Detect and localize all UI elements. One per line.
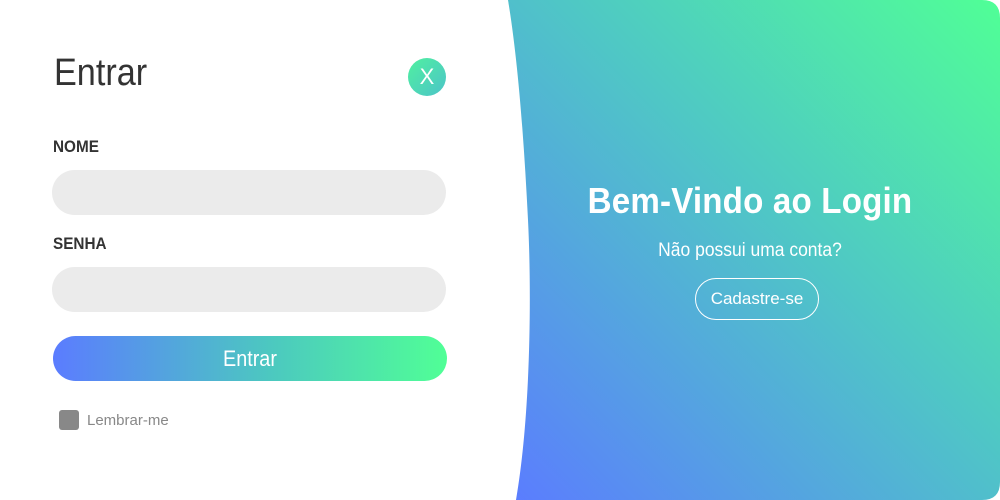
- password-label: SENHA: [53, 234, 107, 253]
- remember-me: Lembrar-me: [59, 409, 169, 431]
- name-field[interactable]: [52, 170, 446, 215]
- signup-prompt: Não possui uma conta?: [658, 240, 842, 261]
- login-card: Bem-Vindo ao Login Não possui uma conta?…: [0, 0, 1000, 500]
- close-button[interactable]: X: [408, 58, 446, 96]
- name-label: NOME: [53, 137, 99, 156]
- welcome-title: Bem-Vindo ao Login: [587, 180, 913, 221]
- login-button[interactable]: Entrar: [53, 336, 447, 381]
- remember-label: Lembrar-me: [87, 411, 169, 429]
- password-field[interactable]: [52, 267, 446, 312]
- remember-checkbox[interactable]: [59, 410, 79, 430]
- page-title: Entrar: [54, 52, 148, 94]
- signup-button[interactable]: Cadastre-se: [695, 278, 819, 320]
- welcome-content: Bem-Vindo ao Login Não possui uma conta?…: [560, 0, 940, 500]
- close-icon: X: [419, 64, 435, 89]
- login-button-label: Entrar: [223, 346, 277, 371]
